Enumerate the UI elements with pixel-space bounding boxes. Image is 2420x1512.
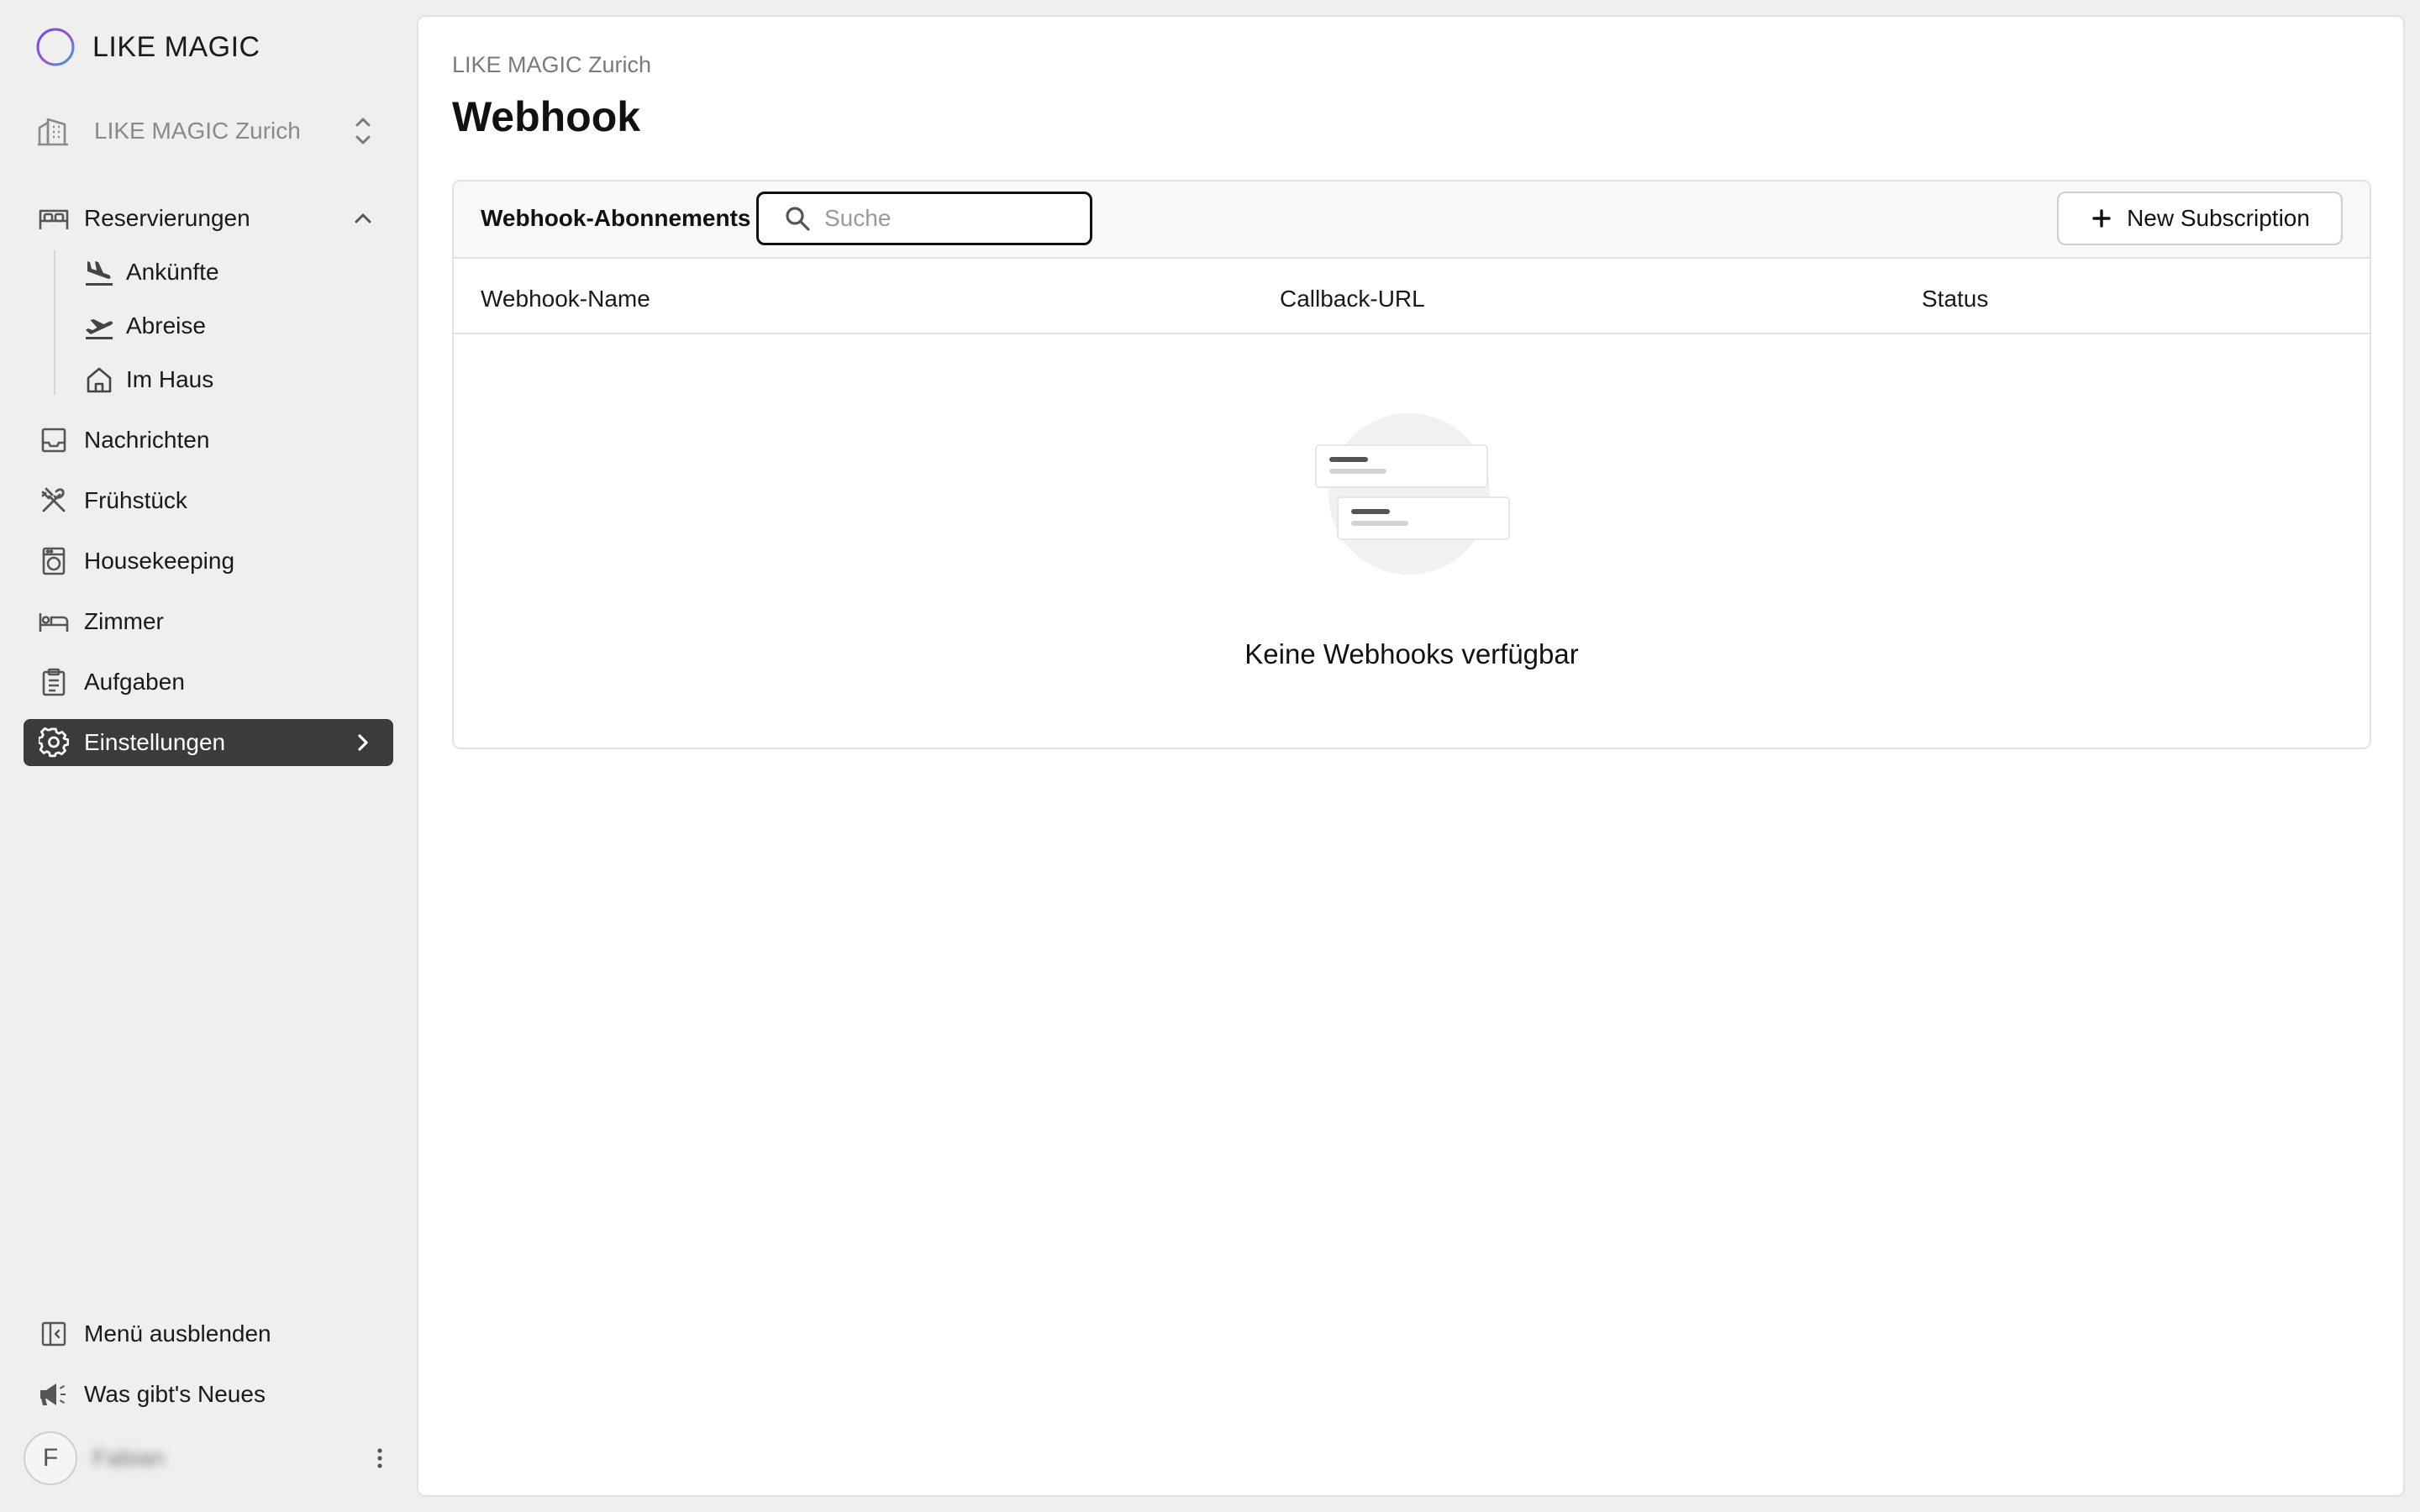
- sidebar-item-label: Housekeeping: [84, 548, 235, 574]
- bed-double-icon: [37, 202, 71, 235]
- sidebar-item-label: Einstellungen: [84, 729, 226, 755]
- user-name: Fabian: [92, 1445, 165, 1471]
- sidebar-item-label: Aufgaben: [84, 669, 185, 695]
- card-toolbar: Webhook-Abonnements New Subscription: [454, 181, 2370, 259]
- new-subscription-label: New Subscription: [2127, 205, 2310, 231]
- cutlery-icon: [37, 484, 71, 517]
- sidebar-item-label: Frühstück: [84, 487, 187, 513]
- avatar[interactable]: F: [24, 1431, 77, 1485]
- sidebar-item-zimmer[interactable]: Zimmer: [24, 598, 393, 645]
- webhook-subscriptions-card: Webhook-Abonnements New Subscription: [452, 180, 2371, 749]
- chevron-right-icon: [346, 726, 380, 759]
- user-menu[interactable]: F Fabian: [24, 1431, 397, 1485]
- sidebar-item-fruehstueck[interactable]: Frühstück: [24, 477, 393, 524]
- clipboard-icon: [37, 665, 71, 699]
- plus-icon: [2090, 207, 2113, 230]
- sidebar-subitem-label: Im Haus: [126, 366, 214, 392]
- app-window: LIKE MAGIC LIKE MAGIC Zurich Reservierun…: [0, 0, 2420, 1512]
- main-content: LIKE MAGIC Zurich Webhook Webhook-Abonne…: [417, 15, 2405, 1497]
- brand[interactable]: LIKE MAGIC: [35, 27, 260, 67]
- search-input[interactable]: [824, 205, 1076, 232]
- sidebar-subitem-im-haus[interactable]: Im Haus: [81, 356, 383, 403]
- inbox-icon: [37, 423, 71, 457]
- property-selector[interactable]: LIKE MAGIC Zurich: [34, 108, 380, 155]
- plane-landing-icon: [81, 255, 118, 289]
- building-icon: [34, 112, 72, 150]
- sidebar-item-label: Nachrichten: [84, 427, 210, 453]
- brand-name: LIKE MAGIC: [92, 30, 260, 63]
- page-title: Webhook: [452, 93, 641, 140]
- chevron-up-down-icon: [346, 112, 380, 150]
- collapse-menu-button[interactable]: Menü ausblenden: [24, 1310, 393, 1357]
- column-header-status[interactable]: Status: [1922, 286, 1988, 312]
- gear-icon: [37, 726, 71, 759]
- home-icon: [81, 363, 118, 396]
- sidebar-item-label: Zimmer: [84, 608, 164, 634]
- whats-new-button[interactable]: Was gibt's Neues: [24, 1371, 393, 1418]
- sidebar-item-einstellungen[interactable]: Einstellungen: [24, 719, 393, 766]
- plane-takeoff-icon: [81, 309, 118, 343]
- sidebar-item-reservierungen[interactable]: Reservierungen: [24, 195, 393, 242]
- empty-state: Keine Webhooks verfügbar: [454, 336, 2370, 748]
- table-header: Webhook-Name Callback-URL Status: [454, 259, 2370, 334]
- sidebar-item-nachrichten[interactable]: Nachrichten: [24, 417, 393, 464]
- sidebar-collapse-icon: [37, 1317, 71, 1351]
- sidebar-item-label: Reservierungen: [84, 205, 250, 231]
- sidebar-item-housekeeping[interactable]: Housekeeping: [24, 538, 393, 585]
- bed-icon: [37, 605, 71, 638]
- new-subscription-button[interactable]: New Subscription: [2057, 192, 2343, 245]
- empty-state-message: Keine Webhooks verfügbar: [1244, 638, 1579, 669]
- breadcrumb: LIKE MAGIC Zurich: [452, 52, 652, 77]
- washing-machine-icon: [37, 544, 71, 578]
- empty-list-illustration: [1313, 413, 1514, 585]
- search-box[interactable]: [756, 192, 1092, 245]
- column-header-callback-url[interactable]: Callback-URL: [1280, 286, 1425, 312]
- submenu-guide-line: [54, 250, 55, 395]
- brand-logo-icon: [35, 27, 76, 67]
- sidebar: LIKE MAGIC LIKE MAGIC Zurich Reservierun…: [0, 0, 417, 1512]
- card-title: Webhook-Abonnements: [481, 205, 751, 231]
- sidebar-item-aufgaben[interactable]: Aufgaben: [24, 659, 393, 706]
- property-selector-label: LIKE MAGIC Zurich: [94, 118, 301, 144]
- more-vertical-icon[interactable]: [363, 1435, 397, 1482]
- collapse-menu-label: Menü ausblenden: [84, 1320, 271, 1347]
- search-icon: [782, 203, 813, 234]
- sidebar-subitem-label: Ankünfte: [126, 259, 219, 285]
- sidebar-subitem-abreise[interactable]: Abreise: [81, 302, 383, 349]
- sidebar-subitem-ankuenfte[interactable]: Ankünfte: [81, 249, 383, 296]
- whats-new-label: Was gibt's Neues: [84, 1381, 266, 1407]
- column-header-webhook-name[interactable]: Webhook-Name: [481, 286, 650, 312]
- sidebar-subitem-label: Abreise: [126, 312, 206, 339]
- chevron-up-icon[interactable]: [346, 202, 380, 235]
- megaphone-icon: [37, 1378, 71, 1411]
